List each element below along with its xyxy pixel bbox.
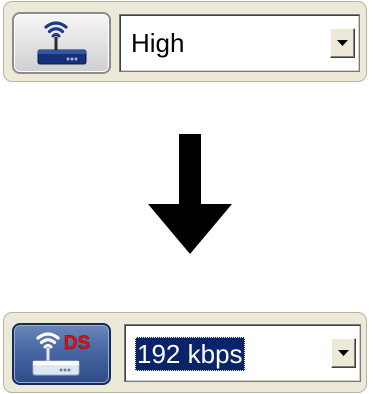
chevron-down-icon (338, 349, 349, 356)
quality-select-value: High (131, 28, 185, 58)
quality-toolbar-before: High (3, 1, 367, 82)
chevron-down-icon (337, 39, 348, 46)
wifi-router-icon (37, 21, 86, 65)
dropdown-button[interactable] (330, 28, 355, 58)
quality-select[interactable]: High (119, 14, 360, 72)
quality-toolbar-after: DS 192 kbps (3, 312, 367, 393)
router-ds-button[interactable]: DS (12, 323, 111, 385)
bitrate-select[interactable]: 192 kbps (124, 324, 361, 382)
bitrate-select-value: 192 kbps (135, 337, 245, 371)
router-button[interactable] (12, 12, 111, 74)
ds-badge: DS (63, 333, 89, 354)
wifi-router-ds-icon: DS (32, 332, 90, 376)
arrow-down-icon (148, 134, 232, 254)
dropdown-button[interactable] (331, 338, 356, 368)
